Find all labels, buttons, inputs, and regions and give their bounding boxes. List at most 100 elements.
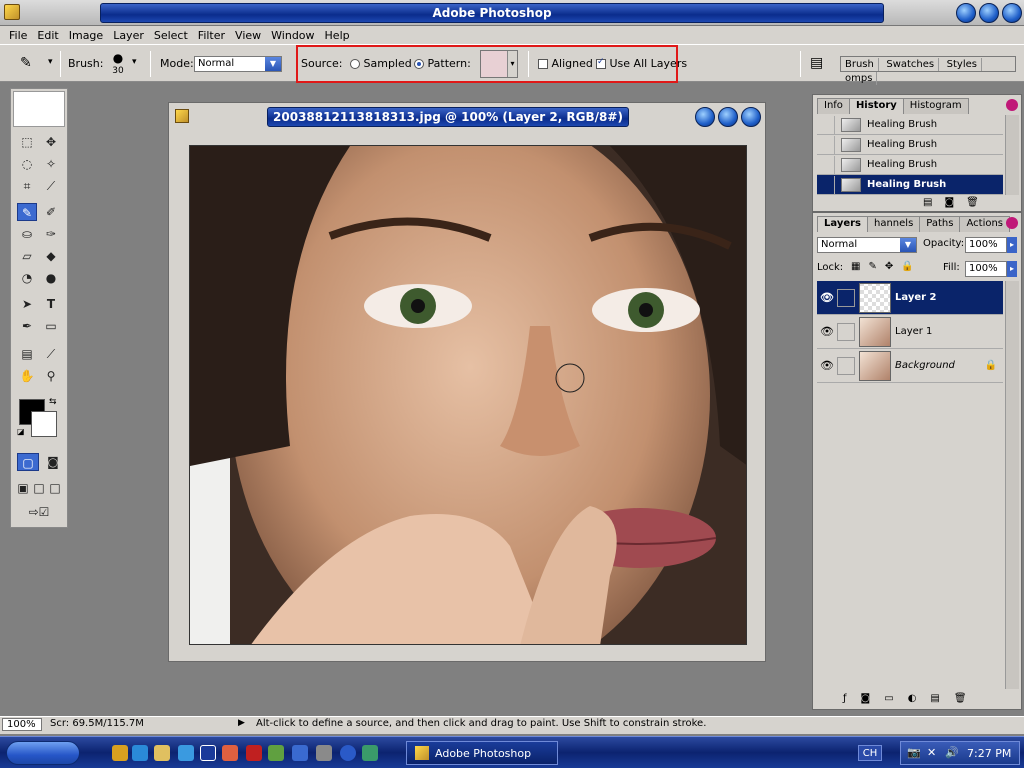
paint-icon[interactable]: [222, 745, 238, 761]
history-state-box[interactable]: [817, 135, 835, 154]
eye-icon[interactable]: 👁: [817, 359, 837, 372]
tray-network-icon[interactable]: ✕: [927, 746, 936, 759]
maximize-button[interactable]: [718, 107, 738, 127]
image-canvas[interactable]: [189, 145, 747, 645]
palette-tab-swatches[interactable]: Swatches: [882, 58, 940, 71]
tab-info[interactable]: Info: [817, 98, 850, 114]
mail-icon[interactable]: [178, 745, 194, 761]
menu-select[interactable]: Select: [149, 29, 193, 42]
lock-position-icon[interactable]: ✥: [885, 261, 901, 272]
path-selection-tool-icon[interactable]: ➤: [17, 295, 37, 313]
minimize-button[interactable]: [956, 3, 976, 23]
menu-view[interactable]: View: [230, 29, 266, 42]
trash-icon[interactable]: 🗑: [966, 197, 991, 208]
start-button[interactable]: [6, 741, 80, 765]
healing-brush-tool-icon[interactable]: ✎: [17, 203, 37, 221]
use-all-layers-option[interactable]: Use All Layers: [596, 57, 687, 70]
lasso-tool-icon[interactable]: ◌: [17, 155, 37, 173]
marquee-tool-icon[interactable]: ⬚: [17, 133, 37, 151]
photoshop-quicklaunch-icon[interactable]: [292, 745, 308, 761]
quick-mask-mode-icon[interactable]: ◙: [43, 453, 63, 471]
sampled-radio[interactable]: [350, 59, 360, 69]
blend-mode-select[interactable]: Normal ▼: [817, 237, 917, 253]
default-colors-icon[interactable]: ◪: [17, 427, 25, 436]
document-icon[interactable]: [175, 109, 189, 123]
layer-style-icon[interactable]: ƒ: [843, 693, 861, 704]
paint-bucket-tool-icon[interactable]: ◆: [41, 247, 61, 265]
new-layer-icon[interactable]: ▤: [930, 693, 953, 704]
maximize-button[interactable]: [979, 3, 999, 23]
close-button[interactable]: [1002, 3, 1022, 23]
history-item[interactable]: Healing Brush: [817, 135, 1003, 155]
palette-tab-comps[interactable]: omps: [841, 72, 878, 85]
layer-row-selected[interactable]: 👁 Layer 2: [817, 281, 1003, 315]
eyedropper-tool-icon[interactable]: ⟋: [41, 345, 61, 363]
minimize-button[interactable]: [695, 107, 715, 127]
adjustment-layer-icon[interactable]: ◐: [908, 693, 931, 704]
file-browser-icon[interactable]: ▤: [810, 55, 823, 71]
pen-tool-icon[interactable]: ✒: [17, 317, 37, 335]
media-player-icon[interactable]: [112, 745, 128, 761]
taskbar-button-photoshop[interactable]: Adobe Photoshop: [406, 741, 558, 765]
history-state-box[interactable]: [817, 175, 835, 194]
chevron-right-icon[interactable]: ▸: [1007, 237, 1017, 253]
feather-logo-icon[interactable]: [13, 91, 65, 127]
eye-icon[interactable]: 👁: [817, 325, 837, 338]
trash-icon[interactable]: 🗑: [954, 693, 981, 704]
screen-mode-full-icon[interactable]: □: [47, 479, 63, 497]
camera-icon[interactable]: [362, 745, 378, 761]
palette-tab-brush[interactable]: Brush: [841, 58, 879, 71]
menu-file[interactable]: File: [4, 29, 32, 42]
brush-picker-arrow-icon[interactable]: ▾: [132, 57, 137, 67]
aligned-checkbox[interactable]: [538, 59, 548, 69]
tab-layers[interactable]: Layers: [817, 216, 868, 232]
lock-all-icon[interactable]: 🔒: [901, 261, 921, 272]
layer-row[interactable]: 👁 Layer 1: [817, 315, 1003, 349]
panel-menu-icon[interactable]: [1006, 217, 1018, 229]
photoshop-icon[interactable]: [4, 4, 20, 20]
blur-tool-icon[interactable]: ◔: [17, 269, 37, 287]
panel-menu-icon[interactable]: [1006, 99, 1018, 111]
close-button[interactable]: [741, 107, 761, 127]
healing-brush-icon[interactable]: ✎: [20, 55, 32, 71]
menu-help[interactable]: Help: [320, 29, 355, 42]
history-state-box[interactable]: [817, 155, 835, 174]
folder-icon[interactable]: [154, 745, 170, 761]
acrobat-icon[interactable]: [246, 745, 262, 761]
opacity-field[interactable]: 100%: [965, 237, 1007, 253]
tab-history[interactable]: History: [848, 98, 904, 114]
layer-set-icon[interactable]: ▭: [884, 693, 907, 704]
chevron-right-icon[interactable]: ▸: [1007, 261, 1017, 277]
sampled-option[interactable]: Sampled: [350, 57, 412, 70]
pattern-radio[interactable]: [414, 59, 424, 69]
clone-stamp-tool-icon[interactable]: ⛀: [17, 225, 37, 243]
brush-link-icon[interactable]: [837, 356, 855, 375]
menu-filter[interactable]: Filter: [193, 29, 230, 42]
language-indicator[interactable]: CH: [858, 745, 882, 761]
menu-image[interactable]: Image: [64, 29, 108, 42]
aligned-option[interactable]: Aligned: [538, 57, 593, 70]
zoom-field[interactable]: 100%: [2, 718, 42, 731]
layer-name[interactable]: Layer 2: [895, 292, 936, 303]
type-tool-icon[interactable]: T: [41, 295, 61, 313]
jump-to-imageready-icon[interactable]: ⇨☑: [17, 503, 61, 521]
palette-tab-styles[interactable]: Styles: [943, 58, 982, 71]
pattern-option[interactable]: Pattern:: [414, 57, 471, 70]
layer-mask-icon[interactable]: ◙: [861, 693, 885, 704]
browser-icon[interactable]: [132, 745, 148, 761]
layer-row[interactable]: 👁 Background 🔒: [817, 349, 1003, 383]
tab-histogram[interactable]: Histogram: [902, 98, 969, 114]
snapshot-icon[interactable]: ◙: [944, 197, 966, 208]
layer-name[interactable]: Layer 1: [895, 326, 932, 337]
app-icon[interactable]: [316, 745, 332, 761]
app-icon[interactable]: [268, 745, 284, 761]
standard-mode-icon[interactable]: ▢: [17, 453, 39, 471]
dodge-tool-icon[interactable]: ●: [41, 269, 61, 287]
status-menu-arrow-icon[interactable]: ▶: [238, 718, 245, 728]
slice-tool-icon[interactable]: ⟋: [41, 177, 61, 195]
history-scrollbar[interactable]: [1005, 115, 1019, 195]
layer-name[interactable]: Background: [895, 360, 955, 371]
eraser-tool-icon[interactable]: ▱: [17, 247, 37, 265]
menu-edit[interactable]: Edit: [32, 29, 63, 42]
tab-paths[interactable]: Paths: [919, 216, 961, 232]
